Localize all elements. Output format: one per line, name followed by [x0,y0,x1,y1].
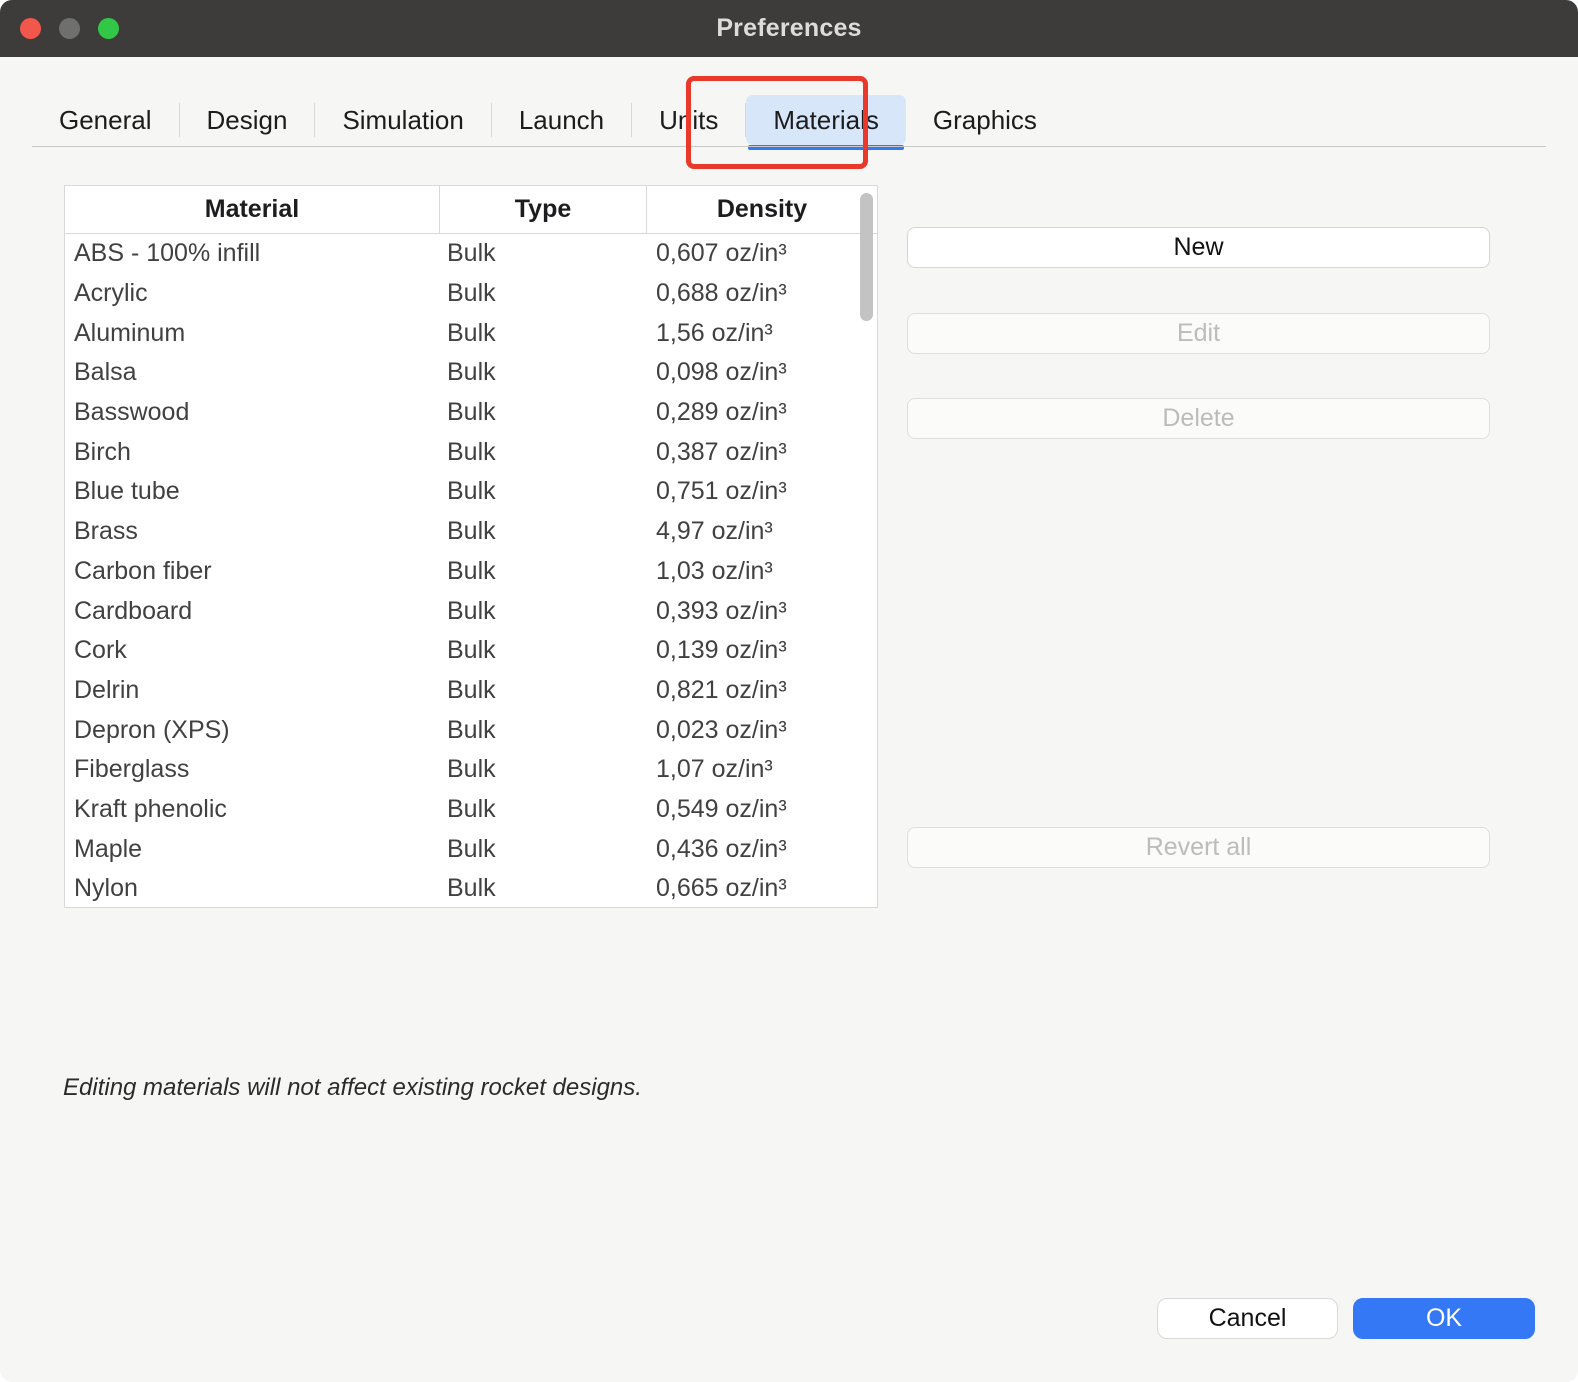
material-cell: ABS - 100% infill [65,239,440,268]
ok-button[interactable]: OK [1353,1298,1535,1339]
table-row[interactable]: BirchBulk0,387 oz/in³ [65,432,877,472]
density-cell: 0,688 oz/in³ [647,279,877,308]
tab-design[interactable]: Design [180,95,315,145]
material-cell: Depron (XPS) [65,716,440,745]
type-cell: Bulk [440,676,647,705]
type-cell: Bulk [440,438,647,467]
table-row[interactable]: NylonBulk0,665 oz/in³ [65,869,877,908]
table-row[interactable]: BalsaBulk0,098 oz/in³ [65,353,877,393]
tab-graphics[interactable]: Graphics [906,95,1064,145]
density-cell: 0,436 oz/in³ [647,835,877,864]
density-cell: 0,821 oz/in³ [647,676,877,705]
vertical-scrollbar[interactable] [860,193,873,321]
density-cell: 1,07 oz/in³ [647,755,877,784]
edit-button[interactable]: Edit [907,313,1490,354]
type-cell: Bulk [440,636,647,665]
table-row[interactable]: MapleBulk0,436 oz/in³ [65,829,877,869]
table-row[interactable]: DelrinBulk0,821 oz/in³ [65,671,877,711]
titlebar: Preferences [0,0,1578,57]
material-cell: Kraft phenolic [65,795,440,824]
column-header-density[interactable]: Density [647,186,877,233]
note-text: Editing materials will not affect existi… [63,1074,642,1102]
table-header: Material Type Density [65,186,877,234]
material-cell: Carbon fiber [65,557,440,586]
type-cell: Bulk [440,239,647,268]
density-cell: 0,393 oz/in³ [647,597,877,626]
table-row[interactable]: Kraft phenolicBulk0,549 oz/in³ [65,790,877,830]
zoom-button[interactable] [98,18,119,39]
new-button[interactable]: New [907,227,1490,268]
table-row[interactable]: CardboardBulk0,393 oz/in³ [65,591,877,631]
type-cell: Bulk [440,319,647,348]
density-cell: 0,387 oz/in³ [647,438,877,467]
density-cell: 0,289 oz/in³ [647,398,877,427]
density-cell: 0,751 oz/in³ [647,477,877,506]
table-body: ABS - 100% infillBulk0,607 oz/in³Acrylic… [65,234,877,908]
material-cell: Balsa [65,358,440,387]
table-row[interactable]: Blue tubeBulk0,751 oz/in³ [65,472,877,512]
material-cell: Delrin [65,676,440,705]
type-cell: Bulk [440,597,647,626]
window-title: Preferences [716,14,861,43]
material-cell: Brass [65,517,440,546]
type-cell: Bulk [440,398,647,427]
type-cell: Bulk [440,835,647,864]
table-row[interactable]: Carbon fiberBulk1,03 oz/in³ [65,552,877,592]
density-cell: 1,56 oz/in³ [647,319,877,348]
type-cell: Bulk [440,477,647,506]
material-cell: Acrylic [65,279,440,308]
density-cell: 0,665 oz/in³ [647,874,877,903]
density-cell: 4,97 oz/in³ [647,517,877,546]
table-row[interactable]: AluminumBulk1,56 oz/in³ [65,313,877,353]
materials-table: Material Type Density ABS - 100% infillB… [64,185,878,908]
material-cell: Birch [65,438,440,467]
preferences-window: Preferences General Design Simulation La… [0,0,1578,1382]
type-cell: Bulk [440,755,647,784]
material-cell: Cork [65,636,440,665]
tab-units[interactable]: Units [632,95,745,145]
table-row[interactable]: BasswoodBulk0,289 oz/in³ [65,393,877,433]
type-cell: Bulk [440,358,647,387]
tabbar-divider [32,146,1546,147]
tab-launch[interactable]: Launch [492,95,631,145]
material-cell: Aluminum [65,319,440,348]
type-cell: Bulk [440,716,647,745]
tab-bar: General Design Simulation Launch Units M… [32,93,1546,147]
table-row[interactable]: ABS - 100% infillBulk0,607 oz/in³ [65,234,877,274]
table-row[interactable]: CorkBulk0,139 oz/in³ [65,631,877,671]
material-cell: Nylon [65,874,440,903]
tab-materials[interactable]: Materials [746,95,905,145]
cancel-button[interactable]: Cancel [1157,1298,1338,1339]
minimize-button[interactable] [59,18,80,39]
type-cell: Bulk [440,517,647,546]
density-cell: 0,139 oz/in³ [647,636,877,665]
traffic-lights [20,0,119,57]
type-cell: Bulk [440,795,647,824]
density-cell: 0,098 oz/in³ [647,358,877,387]
density-cell: 1,03 oz/in³ [647,557,877,586]
table-row[interactable]: BrassBulk4,97 oz/in³ [65,512,877,552]
type-cell: Bulk [440,557,647,586]
material-cell: Blue tube [65,477,440,506]
density-cell: 0,549 oz/in³ [647,795,877,824]
type-cell: Bulk [440,874,647,903]
table-row[interactable]: FiberglassBulk1,07 oz/in³ [65,750,877,790]
tab-general[interactable]: General [32,95,179,145]
column-header-material[interactable]: Material [65,186,440,233]
tab-simulation[interactable]: Simulation [315,95,490,145]
close-button[interactable] [20,18,41,39]
table-row[interactable]: Depron (XPS)Bulk0,023 oz/in³ [65,710,877,750]
type-cell: Bulk [440,279,647,308]
density-cell: 0,023 oz/in³ [647,716,877,745]
table-row[interactable]: AcrylicBulk0,688 oz/in³ [65,274,877,314]
material-cell: Cardboard [65,597,440,626]
column-header-type[interactable]: Type [440,186,647,233]
revert-all-button[interactable]: Revert all [907,827,1490,868]
material-cell: Maple [65,835,440,864]
material-cell: Basswood [65,398,440,427]
material-cell: Fiberglass [65,755,440,784]
density-cell: 0,607 oz/in³ [647,239,877,268]
delete-button[interactable]: Delete [907,398,1490,439]
